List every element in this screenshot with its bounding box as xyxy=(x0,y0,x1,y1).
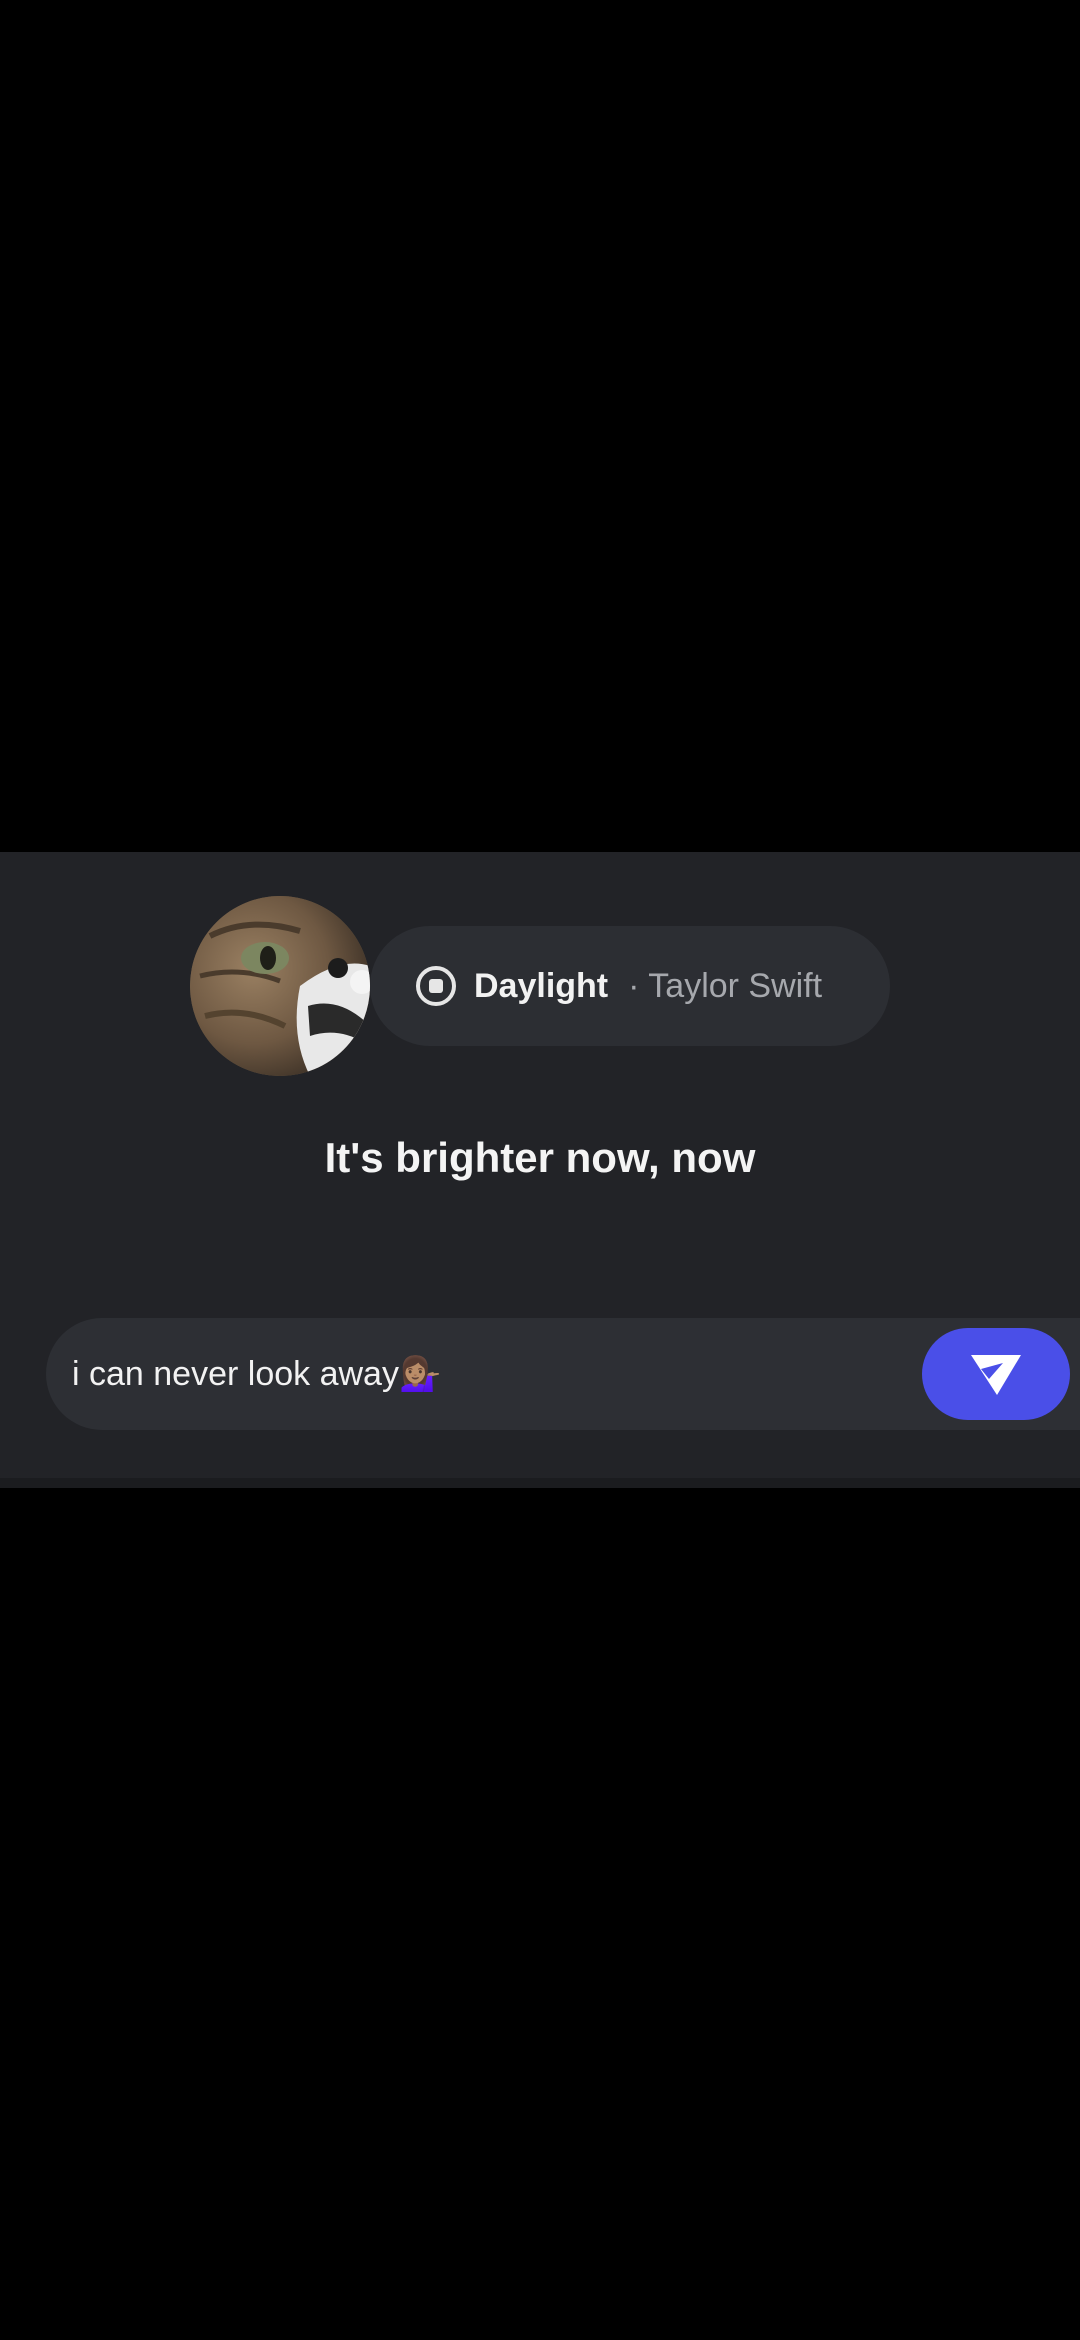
now-playing-pill[interactable]: Daylight · Taylor Swift xyxy=(370,926,890,1046)
send-icon xyxy=(971,1355,1021,1395)
stop-square xyxy=(429,979,443,993)
panel-divider xyxy=(0,1478,1080,1488)
send-button[interactable] xyxy=(922,1328,1070,1420)
now-playing-panel: Daylight · Taylor Swift It's brighter no… xyxy=(0,852,1080,1488)
lyric-line: It's brighter now, now xyxy=(324,1134,756,1181)
message-input-text[interactable]: i can never look away💁🏽‍♀️ xyxy=(72,1318,441,1430)
song-artist: · Taylor Swift xyxy=(628,966,823,1005)
cat-avatar-image xyxy=(190,896,370,1076)
avatar[interactable] xyxy=(190,896,370,1076)
stop-circle-icon[interactable] xyxy=(416,966,456,1006)
song-title: Daylight xyxy=(474,966,609,1005)
